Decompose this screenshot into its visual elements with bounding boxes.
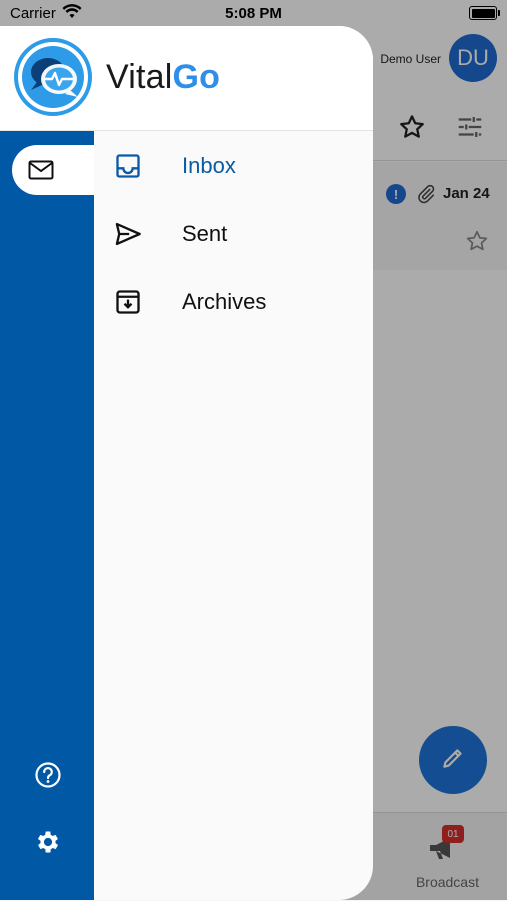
settings-gear-icon[interactable] bbox=[34, 828, 62, 856]
inbox-icon bbox=[114, 152, 142, 180]
archive-icon bbox=[114, 288, 142, 316]
drawer-header: VitalGo bbox=[0, 26, 373, 131]
brand-part-go: Go bbox=[172, 58, 221, 96]
drawer-menu: Inbox Sent Archives bbox=[94, 131, 373, 335]
rail-mail-button[interactable] bbox=[12, 145, 94, 195]
navigation-rail bbox=[0, 131, 94, 900]
help-icon[interactable] bbox=[34, 761, 62, 789]
navigation-drawer: VitalGo Inbox Sent Archives bbox=[0, 26, 373, 900]
menu-item-sent[interactable]: Sent bbox=[94, 199, 373, 267]
menu-label-sent: Sent bbox=[182, 221, 228, 246]
vitalgo-logo-icon bbox=[14, 38, 92, 116]
menu-item-inbox[interactable]: Inbox bbox=[94, 131, 373, 199]
send-icon bbox=[114, 220, 142, 248]
menu-label-inbox: Inbox bbox=[182, 153, 236, 178]
brand-part-vital: Vital bbox=[106, 58, 173, 96]
mail-icon bbox=[28, 160, 54, 180]
app-brand: VitalGo bbox=[106, 58, 220, 97]
menu-label-archives: Archives bbox=[182, 289, 267, 314]
menu-item-archives[interactable]: Archives bbox=[94, 267, 373, 335]
